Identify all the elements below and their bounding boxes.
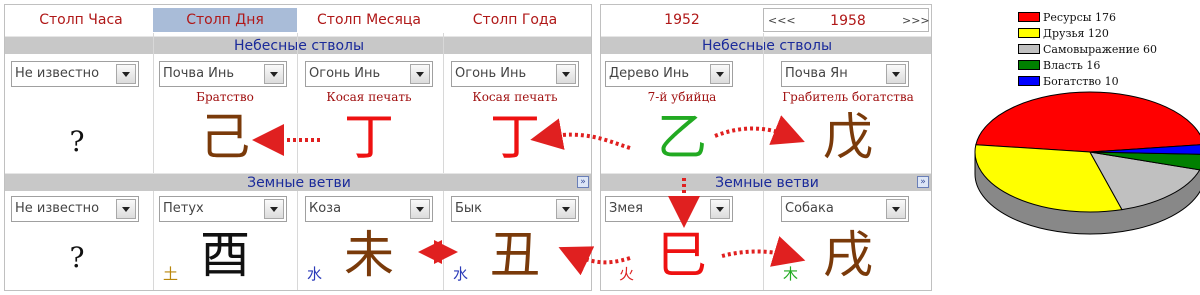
prev-button[interactable]: <<< — [768, 14, 796, 27]
day-branch-select[interactable]: Петух — [159, 196, 287, 222]
pie-slice-0 — [975, 91, 1200, 153]
month-branch-select[interactable]: Коза — [305, 196, 433, 222]
luck1-element: 火 — [619, 265, 635, 283]
year-branch-select[interactable]: Бык — [451, 196, 579, 222]
right-earthly-band: Земные ветви » — [601, 173, 931, 191]
pillar-hour-title[interactable]: Столп Часа — [9, 8, 153, 32]
year-stem-select[interactable]: Огонь Инь — [451, 61, 579, 87]
chevron-down-icon[interactable] — [886, 199, 906, 219]
year-element: 水 — [453, 265, 469, 283]
heavenly-stems-label: Небесные стволы — [233, 38, 365, 54]
chevron-down-icon[interactable] — [710, 64, 730, 84]
year-stem-glyph: 丁 — [490, 108, 540, 166]
right-earthly-label: Земные ветви — [715, 175, 819, 191]
pillar-year-title[interactable]: Столп Года — [443, 8, 587, 32]
chevron-down-icon[interactable] — [556, 64, 576, 84]
luck2-stem-select[interactable]: Почва Ян — [781, 61, 909, 87]
legend-swatch — [1018, 44, 1040, 54]
pillar-day-title[interactable]: Столп Дня — [153, 8, 297, 32]
year-b-label[interactable]: 1958 — [808, 9, 888, 33]
luck1-stem-select[interactable]: Дерево Инь — [605, 61, 733, 87]
legend-item-resources: Ресурсы 176 — [1018, 12, 1116, 25]
pillar-month-title[interactable]: Столп Месяца — [297, 8, 441, 32]
hour-stem-select[interactable]: Не известно — [11, 61, 139, 87]
right-heavenly-label: Небесные стволы — [701, 38, 833, 54]
legend-item-friends: Друзья 120 — [1018, 28, 1109, 41]
right-heavenly-band: Небесные стволы — [601, 36, 931, 54]
legend-swatch — [1018, 12, 1040, 22]
earthly-branches-band: Земные ветви » — [5, 173, 591, 191]
luck2-branch-select[interactable]: Собака — [781, 196, 909, 222]
chevron-down-icon[interactable] — [710, 199, 730, 219]
chevron-down-icon[interactable] — [556, 199, 576, 219]
luck1-stem-relation: 7-й убийца — [647, 90, 717, 104]
year-a-label: 1952 — [664, 12, 700, 28]
luck2-element: 木 — [783, 265, 799, 283]
chevron-down-icon[interactable] — [264, 64, 284, 84]
day-stem-select[interactable]: Почва Инь — [159, 61, 287, 87]
chevron-down-icon[interactable] — [116, 64, 136, 84]
month-stem-select[interactable]: Огонь Инь — [305, 61, 433, 87]
chevron-down-icon[interactable] — [410, 64, 430, 84]
year-navigator: <<< 1958 >>> — [763, 8, 930, 33]
expand-icon[interactable]: » — [577, 176, 589, 188]
legend-swatch — [1018, 28, 1040, 38]
luck2-stem-glyph: 戊 — [823, 108, 873, 166]
legend-item-power: Власть 16 — [1018, 60, 1100, 73]
luck2-stem-relation: Грабитель богатства — [782, 90, 914, 104]
pillars-panel: Столп Часа Столп Дня Столп Месяца Столп … — [4, 4, 592, 291]
day-stem-glyph: 己 — [200, 108, 250, 166]
earthly-branches-label: Земные ветви — [247, 175, 351, 191]
year-stem-relation: Косая печать — [472, 90, 558, 104]
next-button[interactable]: >>> — [902, 14, 930, 27]
legend-swatch — [1018, 60, 1040, 70]
month-stem-glyph: 丁 — [344, 108, 394, 166]
pie-chart — [974, 91, 1200, 235]
chevron-down-icon[interactable] — [116, 199, 136, 219]
month-element: 水 — [307, 265, 323, 283]
legend-item-expression: Самовыражение 60 — [1018, 44, 1157, 57]
day-element: 土 — [163, 265, 179, 283]
legend-item-wealth: Богатство 10 — [1018, 76, 1119, 89]
legend-swatch — [1018, 76, 1040, 86]
hour-branch-glyph: ? — [69, 241, 85, 274]
heavenly-stems-band: Небесные стволы — [5, 36, 591, 54]
chevron-down-icon[interactable] — [410, 199, 430, 219]
hour-branch-select[interactable]: Не известно — [11, 196, 139, 222]
day-stem-relation: Братство — [196, 90, 254, 104]
luck1-branch-select[interactable]: Змея — [605, 196, 733, 222]
luck1-stem-glyph: 乙 — [657, 108, 707, 166]
luck-pillars-panel: 1952 <<< 1958 >>> Небесные стволы Дерево… — [600, 4, 932, 291]
month-stem-relation: Косая печать — [326, 90, 412, 104]
hour-stem-glyph: ? — [69, 125, 85, 158]
expand-icon[interactable]: » — [917, 176, 929, 188]
chevron-down-icon[interactable] — [264, 199, 284, 219]
chevron-down-icon[interactable] — [886, 64, 906, 84]
